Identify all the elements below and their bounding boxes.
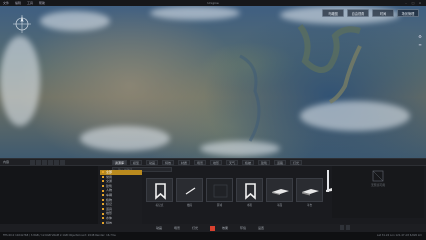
bottom-tab-bar: 动画 场景 灯光 效果 环境 设置 [0,224,426,232]
folder-icon [102,203,104,206]
asset-tile[interactable] [296,178,323,202]
tab-models[interactable]: 模型 [130,160,143,165]
plane-icon [272,189,289,195]
stop-icon[interactable] [42,160,47,165]
tab-vegetation[interactable]: 植被 [242,160,255,165]
scene-manager-button[interactable]: 场景管理 [397,9,419,17]
menu-item-tools[interactable]: 工具 [27,1,33,5]
compass-icon[interactable] [12,14,32,34]
tab-terrain[interactable]: 地形 [210,160,223,165]
status-left: FPS 60.0 1024x768 / 3.8GB / 12.6GB VRAM … [3,234,116,237]
status-right: Lat 31.24 Lon 121.47 Alt 6,820 km [376,234,422,237]
menu-item-edit[interactable]: 编辑 [15,1,21,5]
asset-tile[interactable] [176,178,203,202]
content-label: 内容 [3,160,10,164]
view-mode-toolbar: 鸟瞰图 自由视角 时间 场景管理 [322,9,422,17]
view-toggle-icon[interactable] [340,225,344,230]
asset-label: 平面 [276,204,283,207]
tab-lights[interactable]: 灯光 [290,160,303,165]
record-button[interactable] [210,225,215,231]
category-tree: 全部 常用 交通 建筑 人物 车辆 植物 标记 道具 地形 水体 特效 [100,170,142,232]
folder-icon [102,189,104,192]
tab-scene[interactable]: 场景 [194,160,207,165]
tab-settings-bottom[interactable]: 设置 [258,225,264,231]
area-icon [213,184,228,198]
play-icon[interactable] [30,160,35,165]
birdseye-view-button[interactable]: 鸟瞰图 [322,9,344,17]
folder-icon [102,175,104,178]
content-toolbar: 内容 资源库 模型 动画 特效 材质 场景 地形 天气 植被 建筑 道路 灯光 [0,159,426,166]
asset-tile[interactable] [236,178,263,202]
folder-icon [102,180,104,183]
asset-tile[interactable] [146,178,173,202]
tab-effects[interactable]: 特效 [162,160,175,165]
settings-icon[interactable]: ⚙ [417,34,423,40]
asset-label: 线段 [186,204,193,207]
menu-item-file[interactable]: 文件 [3,1,9,5]
asset-label: 书签 [246,204,253,207]
folder-icon [102,198,104,201]
outliner-panel [0,159,98,233]
tab-lights-bottom[interactable]: 灯光 [192,225,198,231]
folder-icon [102,185,104,188]
scrollbar-thumb[interactable] [327,170,329,192]
asset-tile[interactable] [206,178,233,202]
3d-viewport[interactable]: 鸟瞰图 自由视角 时间 场景管理 ⚙ ≡ [0,6,426,158]
asset-tile[interactable] [266,178,293,202]
menu-item-help[interactable]: 帮助 [39,1,45,5]
record-icon[interactable] [48,160,53,165]
folder-icon [102,208,104,211]
tab-effects-bottom[interactable]: 效果 [222,225,228,231]
plane-icon [302,189,319,196]
asset-label: 标记点 [155,204,164,207]
tab-animation-bottom[interactable]: 动画 [156,225,162,231]
asset-label: 平台 [306,204,313,207]
free-view-button[interactable]: 自由视角 [347,9,369,17]
side-toolbar: ⚙ ≡ [417,34,423,50]
status-bar: FPS 60.0 1024x768 / 3.8GB / 12.6GB VRAM … [0,232,426,240]
bookmark-icon [245,183,256,200]
close-icon[interactable]: × [418,1,422,5]
folder-icon [102,171,104,174]
tab-roads[interactable]: 道路 [274,160,287,165]
layers-icon[interactable]: ≡ [417,42,423,48]
line-icon [185,187,196,195]
toolbar-icons [30,160,90,165]
folder-icon [102,217,104,220]
asset-label: 区域 [216,204,223,207]
maximize-icon[interactable]: □ [411,1,415,5]
minimize-icon[interactable]: – [404,1,408,5]
image-placeholder-icon [372,170,384,182]
tab-assets[interactable]: 资源库 [112,160,128,165]
camera-icon[interactable] [60,160,65,165]
bookmark-icon [155,183,166,200]
pause-icon[interactable] [36,160,41,165]
time-button[interactable]: 时间 [372,9,394,17]
tab-weather[interactable]: 天气 [226,160,239,165]
loop-icon[interactable] [54,160,59,165]
coastline-overlay [239,24,362,142]
folder-icon [102,194,104,197]
tab-environment-bottom[interactable]: 环境 [240,225,246,231]
grid-icon[interactable] [346,225,350,230]
folder-icon [102,212,104,215]
tab-scene-bottom[interactable]: 场景 [174,225,180,231]
preview-caption: 无预览可用 [371,183,385,187]
tab-materials[interactable]: 材质 [178,160,191,165]
tab-animation[interactable]: 动画 [146,160,159,165]
tab-buildings[interactable]: 建筑 [258,160,271,165]
preview-panel: 无预览可用 [332,166,424,218]
